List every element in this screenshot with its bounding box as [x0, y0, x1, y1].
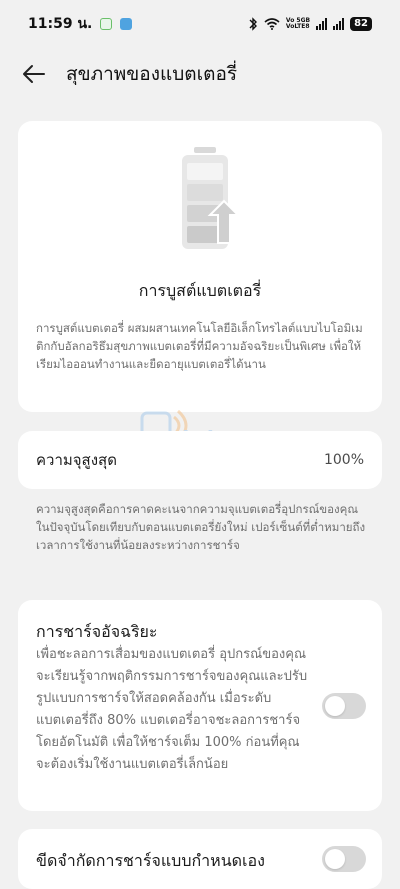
- max-capacity-row[interactable]: ความจุสูงสุด 100%: [18, 431, 382, 489]
- battery-boost-description: การบูสต์แบตเตอรี่ ผสมผสานเทคโนโลยีอิเล็ก…: [36, 321, 363, 371]
- battery-boost-title: การบูสต์แบตเตอรี่: [138, 281, 262, 300]
- custom-charging-limit-title: ขีดจำกัดการชาร์จแบบกำหนดเอง: [36, 851, 265, 870]
- page-title: สุขภาพของแบตเตอรี่: [66, 63, 238, 85]
- signal-icon-2: [333, 18, 345, 30]
- toggle-knob: [325, 849, 345, 869]
- smart-charging-description: เพื่อชะลอการเสื่อมของแบตเตอรี่ อุปกรณ์ขอ…: [36, 647, 308, 772]
- battery-boost-card: การบูสต์แบตเตอรี่ การบูสต์แบตเตอรี่ ผสมผ…: [18, 121, 382, 412]
- network-label: Vo 5GB VoLTE8: [286, 18, 310, 30]
- status-time: 11:59 น.: [28, 16, 93, 32]
- custom-charging-limit-card: ขีดจำกัดการชาร์จแบบกำหนดเอง: [18, 829, 382, 889]
- back-button[interactable]: [14, 54, 54, 94]
- signal-icon-1: [316, 18, 328, 30]
- smart-charging-toggle[interactable]: [322, 693, 366, 719]
- line-app-icon: [100, 18, 113, 30]
- toggle-knob: [325, 696, 345, 716]
- weather-app-icon: [120, 18, 133, 30]
- smart-charging-card: การชาร์จอัจฉริยะ เพื่อชะลอการเสื่อมของแบ…: [18, 600, 382, 811]
- bluetooth-icon: [249, 17, 257, 31]
- app-header: สุขภาพของแบตเตอรี่: [0, 52, 400, 96]
- battery-level-badge: 82: [350, 17, 372, 31]
- status-bar: 11:59 น. Vo 5GB VoLTE8 82: [0, 0, 400, 48]
- max-capacity-label: ความจุสูงสุด: [36, 451, 117, 469]
- max-capacity-description: ความจุสูงสุดคือการคาดคะเนจากความจุแบตเตอ…: [36, 502, 366, 552]
- arrow-left-icon: [23, 65, 45, 83]
- custom-charging-limit-toggle[interactable]: [322, 846, 366, 872]
- status-right: Vo 5GB VoLTE8 82: [248, 17, 372, 31]
- battery-boost-icon: [182, 147, 241, 249]
- network-line-2: VoLTE8: [285, 23, 310, 30]
- wifi-icon: [264, 18, 280, 30]
- smart-charging-title: การชาร์จอัจฉริยะ: [36, 622, 158, 641]
- status-left: 11:59 น.: [28, 13, 133, 35]
- max-capacity-value: 100%: [323, 452, 364, 468]
